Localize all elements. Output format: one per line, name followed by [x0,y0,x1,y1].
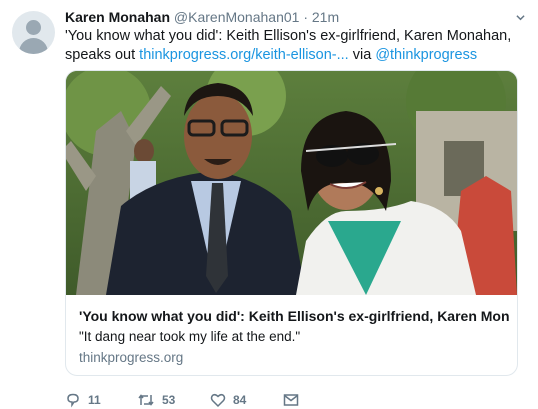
reply-count: 11 [88,393,101,407]
reply-button[interactable]: 11 [65,391,101,409]
author-name[interactable]: Karen Monahan [65,9,170,25]
tweet-actions: 11 53 84 [65,391,525,409]
card-title[interactable]: 'You know what you did': Keith Ellison's… [79,308,509,324]
retweet-count: 53 [162,393,176,407]
tweet-text: 'You know what you did': Keith Ellison's… [65,27,525,65]
avatar-silhouette-head [26,20,41,35]
like-count: 84 [233,393,247,407]
chevron-down-icon[interactable] [516,13,525,22]
card-photo [66,71,517,295]
like-button[interactable]: 84 [210,391,246,409]
tweet-link[interactable]: thinkprogress.org/keith-ellison-... [139,47,349,63]
link-card[interactable]: 'You know what you did': Keith Ellison's… [65,70,518,376]
heart-icon [210,393,226,408]
avatar-silhouette-body [19,38,48,54]
envelope-icon [283,394,299,406]
author-handle[interactable]: @KarenMonahan01 [174,9,300,25]
card-photo-graphic [66,71,517,295]
avatar[interactable] [12,11,55,54]
reply-icon [67,393,79,408]
card-domain: thinkprogress.org [79,350,184,365]
retweet-icon [138,394,154,406]
tweet-time[interactable]: 21m [312,9,339,25]
direct-message-button[interactable] [283,391,299,409]
dot-separator: · [303,9,308,25]
retweet-button[interactable]: 53 [137,391,175,409]
mention-link[interactable]: @thinkprogress [375,47,477,63]
tweet-header: Karen Monahan @KarenMonahan01 · 21m [65,9,518,27]
tweet-text-via: via [348,47,376,63]
card-description: "It dang near took my life at the end." [79,329,301,344]
